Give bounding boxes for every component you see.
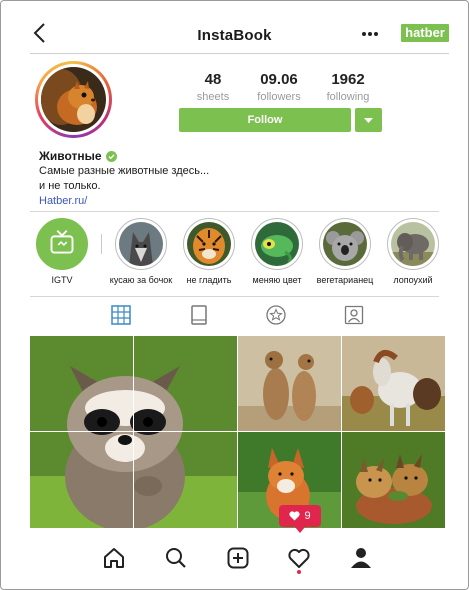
caret-down-icon [364, 118, 373, 123]
stat-followers-value: 09.06 [260, 71, 298, 88]
brand-logo: hatber [401, 24, 449, 42]
like-count: 9 [304, 510, 311, 522]
grid-divider [30, 431, 237, 432]
koala-image [323, 222, 367, 266]
highlight-label: не гладить [186, 275, 232, 285]
horses-post[interactable] [342, 336, 445, 431]
stat-followers-label: followers [257, 91, 301, 103]
follow-options-button[interactable] [355, 108, 382, 132]
lynx-kittens-post[interactable] [342, 432, 445, 528]
highlight-label: кусаю за бочок [109, 275, 173, 285]
highlight-chameleon[interactable]: меняю цвет [242, 218, 312, 285]
profile-bio: Самые разные животные здесь... и не толь… [39, 164, 209, 194]
app-title: InstaBook [197, 27, 272, 44]
photo-grid [30, 336, 445, 528]
bio-line-1: Самые разные животные здесь... [39, 165, 210, 177]
wolf-image [119, 222, 163, 266]
header-divider [30, 53, 449, 54]
profile-name: Животные [39, 149, 117, 163]
highlight-tiger[interactable]: не гладить [174, 218, 244, 285]
like-notification-badge[interactable]: 9 [279, 505, 321, 533]
highlight-koala[interactable]: вегетарианец [310, 218, 380, 285]
elephant-image [391, 222, 435, 266]
heart-icon[interactable] [287, 546, 311, 570]
bio-divider [30, 211, 439, 212]
highlight-label: IGTV [51, 275, 73, 285]
highlight-separator [101, 234, 102, 254]
igtv-icon [50, 229, 74, 254]
top-bar: InstaBook hatber [0, 0, 469, 54]
add-post-icon[interactable] [226, 546, 250, 570]
profile-avatar[interactable] [35, 61, 112, 138]
feed-icon[interactable] [189, 305, 209, 325]
chameleon-image [255, 222, 299, 266]
follow-button[interactable]: Follow [179, 108, 351, 132]
grid-icon[interactable] [111, 305, 131, 325]
activity-dot [297, 570, 301, 574]
home-icon[interactable] [102, 546, 126, 570]
search-icon[interactable] [164, 546, 188, 570]
highlight-wolf[interactable]: кусаю за бочок [106, 218, 176, 285]
stat-following[interactable]: 1962 following [313, 71, 383, 103]
highlight-label: лопоухий [393, 275, 433, 285]
stat-followers[interactable]: 09.06 followers [244, 71, 314, 103]
stat-sheets-label: sheets [196, 91, 230, 103]
highlight-igtv[interactable]: IGTV [27, 218, 97, 285]
meerkats-post[interactable] [238, 336, 341, 431]
stat-following-value: 1962 [331, 71, 365, 88]
profile-icon[interactable] [349, 546, 373, 570]
profile-name-text: Животные [39, 149, 102, 163]
bio-line-2: и не только. [39, 180, 101, 192]
highlight-label: вегетарианец [316, 275, 374, 285]
heart-filled-icon [289, 511, 301, 521]
profile-link[interactable]: Hatber.ru/ [39, 195, 87, 207]
squirrel-avatar-image [41, 67, 106, 132]
grid-divider [133, 336, 134, 528]
more-options-icon[interactable] [361, 31, 379, 37]
highlight-label: меняю цвет [252, 275, 302, 285]
verified-icon [105, 150, 117, 162]
stat-sheets[interactable]: 48 sheets [178, 71, 248, 103]
stat-sheets-value: 48 [204, 71, 222, 88]
highlight-elephant[interactable]: лопоухий [378, 218, 448, 285]
stat-following-label: following [326, 91, 370, 103]
highlights-divider [30, 296, 439, 297]
star-icon[interactable] [266, 305, 286, 325]
tagged-icon[interactable] [344, 305, 364, 325]
tiger-image [187, 222, 231, 266]
